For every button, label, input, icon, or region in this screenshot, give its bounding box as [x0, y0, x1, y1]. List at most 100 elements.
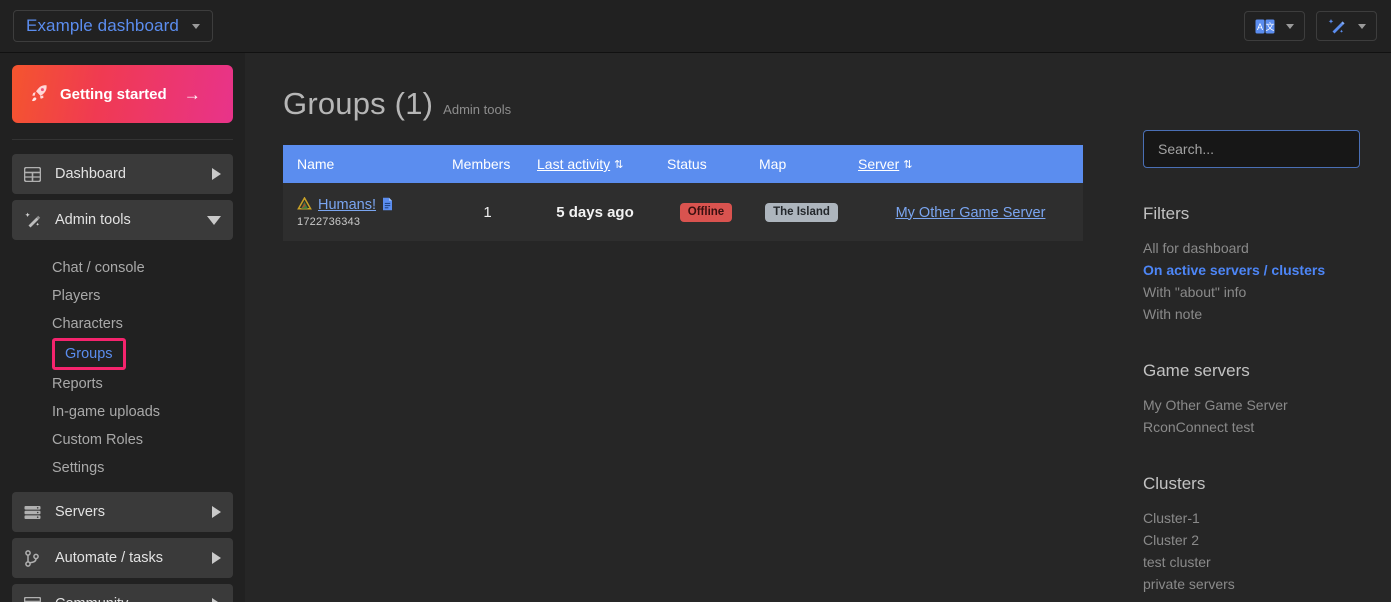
- table-header-row: Name Members Last activity⇅ Status Map: [283, 145, 1083, 183]
- column-header-server-label: Server: [858, 156, 900, 172]
- sidebar-divider: [12, 139, 233, 140]
- getting-started-label: Getting started: [60, 85, 167, 103]
- git-branch-icon: [24, 549, 46, 567]
- sort-arrows-icon: ⇅: [903, 159, 913, 171]
- column-header-members-label: Members: [452, 156, 511, 172]
- game-servers-heading: Game servers: [1143, 361, 1250, 380]
- cell-name: Humans! 1722736343: [283, 183, 438, 241]
- column-header-status-label: Status: [667, 156, 707, 172]
- window-icon: [24, 597, 46, 602]
- top-bar-actions: A 文: [1244, 11, 1377, 41]
- page-title: Groups (1): [283, 86, 434, 121]
- group-name-link[interactable]: Humans!: [318, 197, 376, 213]
- map-badge: The Island: [765, 203, 838, 222]
- page-subtitle: Admin tools: [443, 102, 512, 117]
- magic-wand-icon: [1327, 17, 1347, 35]
- game-server-my-other-game-server[interactable]: My Other Game Server: [1143, 394, 1358, 416]
- sidebar-item-automate-tasks-label: Automate / tasks: [55, 550, 163, 566]
- sidebar-item-admin-tools[interactable]: Admin tools: [12, 200, 233, 240]
- chevron-down-icon: [191, 23, 200, 29]
- sort-arrows-icon: ⇅: [614, 159, 624, 171]
- sidebar-item-servers-label: Servers: [55, 504, 105, 520]
- magic-tools-button[interactable]: [1316, 11, 1377, 41]
- chevron-right-icon: [212, 168, 221, 180]
- sidebar-subitem-reports[interactable]: Reports: [12, 370, 233, 398]
- sidebar-item-dashboard-label: Dashboard: [55, 166, 126, 182]
- game-logo-icon: [297, 196, 312, 213]
- chevron-right-icon: [212, 506, 221, 518]
- groups-table-wrapper: Name Members Last activity⇅ Status Map: [283, 145, 1083, 241]
- last-activity-value: 5 days ago: [556, 203, 634, 221]
- cluster-test-cluster[interactable]: test cluster: [1143, 551, 1358, 573]
- chevron-right-icon: [212, 552, 221, 564]
- column-header-map-label: Map: [759, 156, 787, 172]
- cluster-cluster-1[interactable]: Cluster-1: [1143, 507, 1358, 529]
- sidebar-item-community[interactable]: Community: [12, 584, 233, 602]
- sidebar-subitem-custom-roles[interactable]: Custom Roles: [12, 426, 233, 454]
- filter-all-for-dashboard[interactable]: All for dashboard: [1143, 237, 1358, 259]
- status-badge: Offline: [679, 203, 733, 222]
- cluster-cluster-2[interactable]: Cluster 2: [1143, 529, 1358, 551]
- sidebar-item-servers[interactable]: Servers: [12, 492, 233, 532]
- sidebar-subitem-in-game-uploads[interactable]: In-game uploads: [12, 398, 233, 426]
- sidebar-subitem-players[interactable]: Players: [12, 282, 233, 310]
- translate-button[interactable]: A 文: [1244, 11, 1305, 41]
- sidebar-subitem-settings[interactable]: Settings: [12, 454, 233, 482]
- sidebar-subitem-characters[interactable]: Characters: [12, 310, 233, 338]
- game-servers-list: My Other Game Server RconConnect test: [1143, 394, 1358, 438]
- server-rack-icon: [24, 505, 46, 520]
- svg-text:A: A: [1257, 22, 1263, 32]
- dashboard-selector-label: Example dashboard: [26, 16, 179, 35]
- arrow-right-icon: →: [183, 84, 201, 104]
- column-header-name-label: Name: [297, 156, 335, 172]
- filter-with-note[interactable]: With note: [1143, 303, 1358, 325]
- search-input[interactable]: [1143, 130, 1360, 168]
- svg-text:文: 文: [1265, 21, 1274, 32]
- chevron-down-icon: [1286, 23, 1294, 29]
- getting-started-button[interactable]: Getting started →: [12, 65, 233, 123]
- translate-icon: A 文: [1255, 19, 1275, 34]
- cluster-private-servers[interactable]: private servers: [1143, 573, 1358, 595]
- column-header-name: Name: [283, 145, 438, 183]
- group-name-line: Humans!: [297, 196, 438, 214]
- admin-tools-submenu: Chat / console Players Characters Groups…: [12, 246, 233, 492]
- column-header-members: Members: [438, 145, 523, 183]
- cell-server: My Other Game Server: [844, 183, 1083, 241]
- server-link[interactable]: My Other Game Server: [896, 205, 1046, 221]
- sidebar-item-dashboard[interactable]: Dashboard: [12, 154, 233, 194]
- sidebar-subitem-groups[interactable]: Groups: [52, 338, 126, 370]
- groups-table: Name Members Last activity⇅ Status Map: [283, 145, 1083, 241]
- group-id: 1722736343: [297, 215, 361, 228]
- table-row: Humans! 1722736343 1 5 days ago Offline …: [283, 183, 1083, 241]
- column-header-server[interactable]: Server ⇅: [844, 145, 1083, 183]
- document-icon[interactable]: [382, 197, 393, 214]
- sidebar-item-community-label: Community: [55, 596, 212, 602]
- game-server-rconconnect-test[interactable]: RconConnect test: [1143, 416, 1358, 438]
- chevron-right-icon: [212, 598, 221, 602]
- grid-icon: [24, 166, 46, 182]
- filter-with-about-info[interactable]: With "about" info: [1143, 281, 1358, 303]
- column-header-map: Map: [745, 145, 844, 183]
- filters-heading: Filters: [1143, 204, 1190, 223]
- filters-list: All for dashboard On active servers / cl…: [1143, 237, 1358, 325]
- main-content: Groups (1) Admin tools Name Members Last…: [245, 53, 1391, 602]
- chevron-down-icon: [1358, 23, 1366, 29]
- filters-panel: Filters All for dashboard On active serv…: [1135, 53, 1391, 602]
- clusters-heading: Clusters: [1143, 474, 1206, 493]
- cell-map: The Island: [745, 183, 844, 241]
- cell-last-activity: 5 days ago: [523, 183, 653, 241]
- cell-members: 1: [438, 183, 523, 241]
- members-count: 1: [483, 203, 492, 221]
- column-header-status: Status: [653, 145, 745, 183]
- chevron-down-icon: [207, 215, 221, 225]
- filter-on-active-servers-clusters[interactable]: On active servers / clusters: [1143, 259, 1358, 281]
- sidebar-subitem-chat-console[interactable]: Chat / console: [12, 254, 233, 282]
- dashboard-selector[interactable]: Example dashboard: [13, 10, 213, 42]
- clusters-list: Cluster-1 Cluster 2 test cluster private…: [1143, 507, 1358, 595]
- sidebar-item-automate-tasks[interactable]: Automate / tasks: [12, 538, 233, 578]
- top-bar: Example dashboard A 文: [0, 0, 1391, 53]
- column-header-last-activity[interactable]: Last activity ⇅: [523, 145, 653, 183]
- cell-status: Offline: [653, 183, 745, 241]
- rocket-icon: [30, 83, 49, 106]
- column-header-last-activity-label: Last activity: [537, 156, 611, 172]
